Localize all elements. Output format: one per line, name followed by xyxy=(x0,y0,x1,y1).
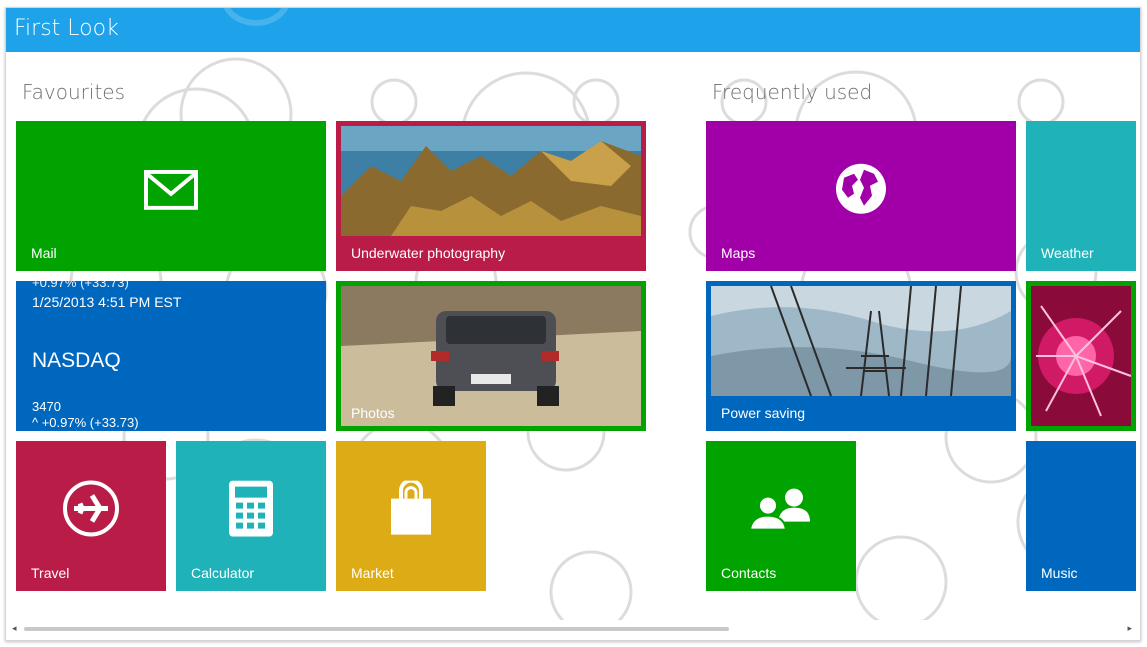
tile-power-saving[interactable]: Power saving xyxy=(706,281,1016,431)
mail-icon xyxy=(144,169,198,215)
tile-music[interactable]: Music xyxy=(1026,441,1136,591)
tile-market[interactable]: Market xyxy=(336,441,486,591)
power-lines-photo xyxy=(711,286,1011,396)
shopping-bag-icon xyxy=(389,478,433,542)
horizontal-scrollbar[interactable]: ◂ ▸ xyxy=(6,620,1140,640)
group-title-frequently-used: Frequently used xyxy=(712,80,873,104)
tile-underwater-photography[interactable]: Underwater photography xyxy=(336,121,646,271)
tile-calculator[interactable]: Calculator xyxy=(176,441,326,591)
tile-label-photos: Photos xyxy=(351,405,395,421)
tile-travel[interactable]: Travel xyxy=(16,441,166,591)
tile-stocks[interactable]: +0.97% (+33.73) 1/25/2013 4:51 PM EST NA… xyxy=(16,281,326,431)
app-window: First Look Favourites Frequently used Ma… xyxy=(5,7,1141,641)
tile-maps[interactable]: Maps xyxy=(706,121,1016,271)
tile-fireworks[interactable] xyxy=(1026,281,1136,431)
stock-timestamp: 1/25/2013 4:51 PM EST xyxy=(32,294,182,310)
stock-change: ^ +0.97% (+33.73) xyxy=(32,415,139,430)
tile-label-underwater: Underwater photography xyxy=(351,245,506,261)
title-decoration xyxy=(221,8,291,26)
tile-label-maps: Maps xyxy=(721,245,756,261)
tile-label-mail: Mail xyxy=(31,245,57,261)
stock-value: 3470 xyxy=(32,399,61,414)
tile-label-power-saving: Power saving xyxy=(721,405,806,421)
tile-canvas: Favourites Frequently used Mail Underwat… xyxy=(6,52,1140,630)
tile-label-market: Market xyxy=(351,565,394,581)
stock-change-top: +0.97% (+33.73) xyxy=(32,281,129,290)
group-title-favourites: Favourites xyxy=(22,80,126,104)
fireworks-photo xyxy=(1031,286,1131,426)
tile-contacts[interactable]: Contacts xyxy=(706,441,856,591)
stock-index-name: NASDAQ xyxy=(32,349,121,372)
scroll-right-arrow[interactable]: ▸ xyxy=(1127,623,1132,634)
scrollbar-thumb[interactable] xyxy=(24,627,729,631)
tile-weather[interactable]: Weather xyxy=(1026,121,1136,271)
globe-icon xyxy=(834,162,888,221)
people-icon xyxy=(748,488,812,537)
tile-label-travel: Travel xyxy=(31,565,70,581)
calculator-icon xyxy=(229,480,273,542)
tile-label-calculator: Calculator xyxy=(191,565,255,581)
window-title: First Look xyxy=(14,16,119,41)
airplane-icon xyxy=(62,479,120,542)
tile-photos[interactable]: Photos xyxy=(336,281,646,431)
tile-label-weather: Weather xyxy=(1041,245,1094,261)
tile-label-music: Music xyxy=(1041,565,1078,581)
tile-mail[interactable]: Mail xyxy=(16,121,326,271)
tile-label-contacts: Contacts xyxy=(721,565,777,581)
underwater-photo xyxy=(341,126,641,236)
scroll-left-arrow[interactable]: ◂ xyxy=(12,623,17,634)
title-bar: First Look xyxy=(6,8,1140,52)
